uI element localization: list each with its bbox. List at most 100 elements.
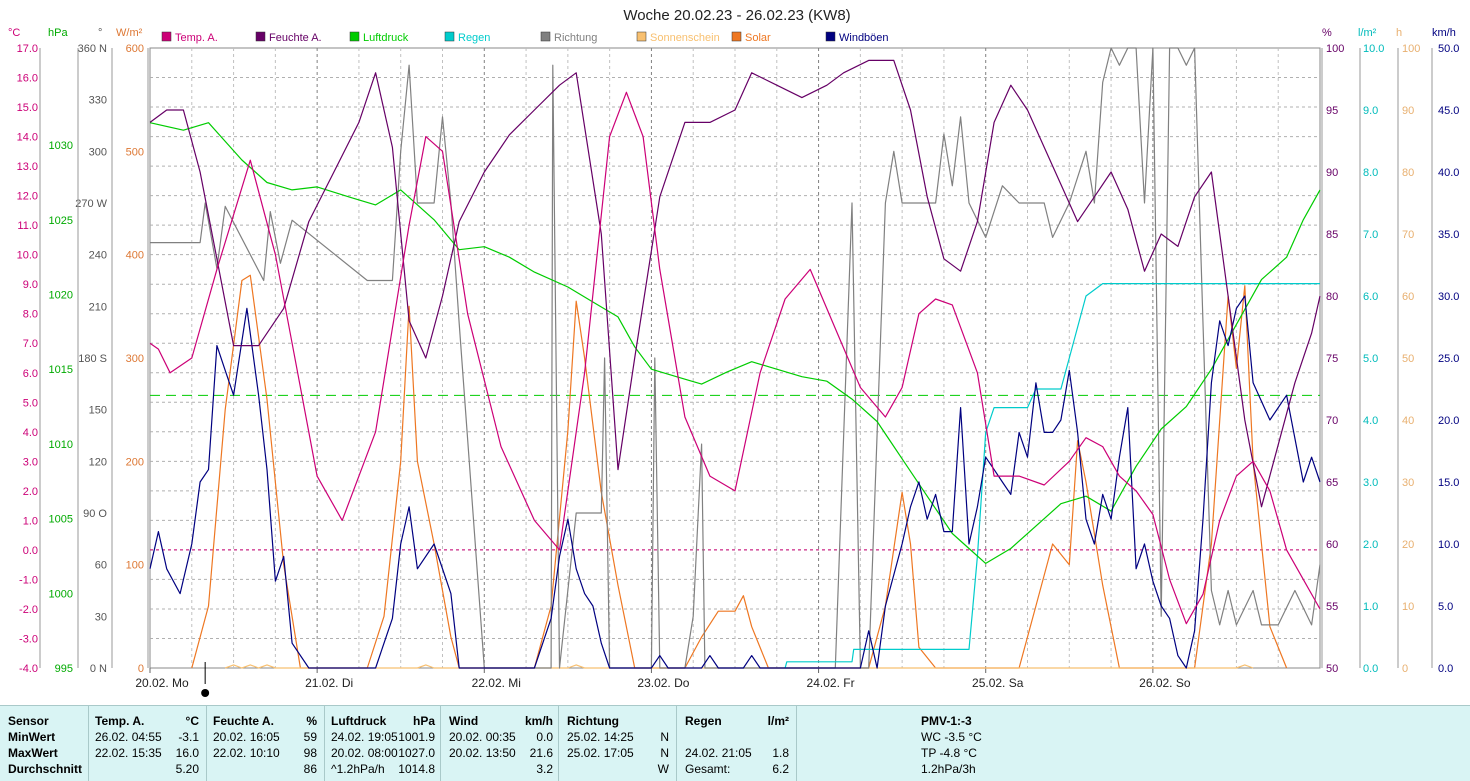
stats-header: Feuchte A. [213, 714, 274, 728]
stats-row-label: MinWert [8, 730, 56, 744]
direction-tick-label: 30 [95, 611, 107, 623]
stats-value: N [660, 730, 669, 744]
wind-tick-label: 0.0 [1438, 663, 1453, 675]
stats-value: -3.1 [178, 730, 199, 744]
direction-tick-label: 60 [95, 560, 107, 572]
direction-tick-label: 210 [89, 301, 107, 313]
x-tick-label: 20.02. Mo [135, 676, 189, 690]
wind-tick-label: 25.0 [1438, 353, 1459, 365]
stats-time: 20.02. 08:00 [331, 746, 398, 760]
stats-time: 22.02. 15:35 [95, 746, 162, 760]
stats-header: Sensor [8, 714, 49, 728]
humidity-tick-label: 85 [1326, 229, 1338, 241]
stats-value: N [660, 746, 669, 760]
radiation-unit-label: W/m² [116, 27, 143, 39]
x-tick-label: 23.02. Do [637, 676, 689, 690]
legend-label: Windböen [839, 32, 889, 44]
direction-tick-label: 180 S [78, 353, 107, 365]
legend-swatch [255, 31, 266, 42]
stats-time: 22.02. 10:10 [213, 746, 280, 760]
humidity-tick-label: 100 [1326, 43, 1344, 55]
x-tick-label: 26.02. So [1139, 676, 1191, 690]
wind-tick-label: 45.0 [1438, 105, 1459, 117]
stats-unit: l/m² [767, 714, 789, 728]
stats-header: Regen [685, 714, 722, 728]
temp-tick-label: 15.0 [17, 102, 38, 114]
stats-col-humidity: Feuchte A. % 20.02. 16:05 59 22.02. 10:1… [206, 706, 325, 781]
pressure-tick-label: 1030 [49, 140, 73, 152]
temp-tick-label: 12.0 [17, 191, 38, 203]
sunshine-tick-label: 100 [1402, 43, 1420, 55]
temp-unit-label: °C [8, 27, 20, 39]
stats-value: 1027.0 [398, 746, 435, 760]
current-time-dot [201, 689, 210, 697]
wind-tick-label: 15.0 [1438, 477, 1459, 489]
rain-tick-label: 6.0 [1363, 291, 1378, 303]
stats-col-direction: Richtung 25.02. 14:25 N 25.02. 17:05 N W [558, 706, 677, 781]
humidity-tick-label: 55 [1326, 601, 1338, 613]
series-line-regen [784, 283, 1320, 669]
humidity-tick-label: 50 [1326, 663, 1338, 675]
stats-time: 25.02. 17:05 [567, 746, 634, 760]
stats-header: Luftdruck [331, 714, 387, 728]
direction-unit-label: ° [98, 27, 102, 39]
axes-layer: 20.02. Mo 21.02. Di 22.02. Mi 23.02. Do 24.0… [8, 27, 1459, 697]
pressure-tick-label: 1025 [49, 215, 73, 227]
wind-tick-label: 5.0 [1438, 601, 1453, 613]
temp-tick-label: 7.0 [23, 338, 38, 350]
rain-tick-label: 7.0 [1363, 229, 1378, 241]
temp-tick-label: 17.0 [17, 43, 38, 55]
stats-value: 0.0 [536, 730, 553, 744]
legend-label: Richtung [554, 32, 597, 44]
temp-tick-label: 1.0 [23, 515, 38, 527]
stats-value: 1.8 [772, 746, 789, 760]
radiation-tick-label: 600 [126, 43, 144, 55]
rain-tick-label: 10.0 [1363, 43, 1384, 55]
rain-unit-label: l/m² [1358, 27, 1377, 39]
stats-col-rain: Regen l/m² 24.02. 21:05 1.8 Gesamt: 6.2 [676, 706, 797, 781]
stats-col-pmv: PMV-1:-3 WC -3.5 °C TP -4.8 °C 1.2hPa/3h [796, 706, 1470, 781]
stats-value: 5.20 [175, 762, 199, 776]
stats-time: 26.02. 04:55 [95, 730, 162, 744]
legend-label: Solar [745, 32, 771, 44]
stats-total-label: Gesamt: [685, 762, 731, 776]
wind-tick-label: 10.0 [1438, 539, 1459, 551]
rain-tick-label: 9.0 [1363, 105, 1378, 117]
wind-tick-label: 35.0 [1438, 229, 1459, 241]
stats-col-wind: Wind km/h 20.02. 00:35 0.0 20.02. 13:50 … [440, 706, 559, 781]
temp-tick-label: 0.0 [23, 545, 38, 557]
rain-tick-label: 2.0 [1363, 539, 1378, 551]
pressure-tick-label: 1020 [49, 290, 73, 302]
rain-tick-label: 1.0 [1363, 601, 1378, 613]
temp-tick-label: 4.0 [23, 427, 38, 439]
sunshine-tick-label: 0 [1402, 663, 1408, 675]
legend-swatch [444, 31, 455, 42]
humidity-tick-label: 95 [1326, 105, 1338, 117]
stats-col-sensor: Sensor MinWert MaxWert Durchschnitt [0, 706, 88, 781]
stats-value: 86 [303, 762, 317, 776]
temp-tick-label: 10.0 [17, 250, 38, 262]
humidity-tick-label: 65 [1326, 477, 1338, 489]
stats-unit: hPa [412, 714, 435, 728]
sunshine-unit-label: h [1396, 27, 1402, 39]
x-tick-label: 24.02. Fr [807, 676, 855, 690]
radiation-tick-label: 100 [126, 560, 144, 572]
stats-time: 20.02. 00:35 [449, 730, 516, 744]
stats-value: 1001.9 [398, 730, 435, 744]
humidity-tick-label: 80 [1326, 291, 1338, 303]
statistics-table: Sensor MinWert MaxWert Durchschnitt Temp… [0, 705, 1470, 781]
temp-tick-label: 13.0 [17, 161, 38, 173]
stats-time: 24.02. 21:05 [685, 746, 752, 760]
temp-tick-label: 2.0 [23, 486, 38, 498]
stats-value: 98 [303, 746, 317, 760]
direction-tick-label: 270 W [75, 198, 107, 210]
stats-time: 24.02. 19:05 [331, 730, 398, 744]
temp-tick-label: 14.0 [17, 132, 38, 144]
direction-tick-label: 120 [89, 456, 107, 468]
wind-unit-label: km/h [1432, 27, 1456, 39]
temp-tick-label: 9.0 [23, 279, 38, 291]
stats-value: TP -4.8 °C [921, 746, 977, 760]
stats-value: W [657, 762, 669, 776]
humidity-tick-label: 75 [1326, 353, 1338, 365]
humidity-unit-label: % [1322, 27, 1332, 39]
